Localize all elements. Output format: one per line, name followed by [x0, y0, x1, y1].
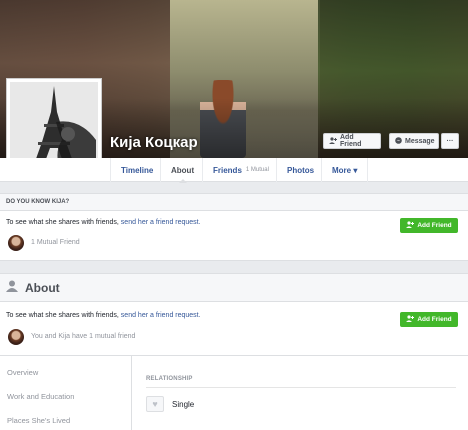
heart-icon: ♥	[146, 396, 164, 412]
add-friend-button[interactable]: Add Friend	[323, 133, 381, 149]
add-friend-button-secondary[interactable]: Add Friend	[400, 218, 458, 233]
person-icon	[6, 280, 18, 295]
tab-more[interactable]: More ▾	[321, 158, 369, 182]
about-details: Overview Work and Education Places She's…	[0, 356, 468, 430]
add-friend-icon	[406, 315, 415, 324]
tab-friends[interactable]: Friends 1 Mutual	[202, 158, 279, 182]
tab-label: Photos	[287, 165, 315, 175]
add-friend-icon	[329, 136, 337, 146]
add-friend-button-about[interactable]: Add Friend	[400, 312, 458, 327]
message-label: Message	[405, 137, 435, 145]
profile-name[interactable]: Кија Коцкар	[110, 134, 198, 151]
add-friend-label: Add Friend	[340, 134, 362, 148]
relationship-status: Single	[172, 400, 195, 409]
tab-sublabel: 1 Mutual	[245, 167, 269, 173]
about-nav-places-lived[interactable]: Places She's Lived	[7, 416, 70, 425]
mutual-friend-avatar[interactable]	[8, 329, 24, 345]
tab-label: More ▾	[332, 165, 358, 175]
relationship-divider	[146, 387, 456, 388]
do-you-know-heading: DO YOU KNOW KIJA?	[0, 193, 468, 211]
do-you-know-panel: To see what she shares with friends, sen…	[0, 211, 468, 261]
about-nav-overview[interactable]: Overview	[7, 368, 38, 377]
request-prefix: To see what she shares with friends,	[6, 219, 119, 226]
profile-nav: Timeline About Friends 1 Mutual Photos M…	[0, 158, 468, 183]
messenger-icon	[395, 136, 402, 146]
tab-timeline[interactable]: Timeline	[110, 158, 163, 182]
mutual-friend-text[interactable]: You and Kija have 1 mutual friend	[31, 333, 135, 340]
relationship-label: RELATIONSHIP	[146, 376, 193, 382]
tab-about[interactable]: About	[160, 158, 204, 183]
friend-request-text: To see what she shares with friends, sen…	[6, 219, 201, 226]
add-friend-label: Add Friend	[417, 316, 452, 323]
about-header: About	[0, 273, 468, 302]
tab-photos[interactable]: Photos	[276, 158, 324, 182]
eiffel-tower-photo	[10, 82, 98, 170]
add-friend-label: Add Friend	[417, 222, 452, 229]
tab-label: About	[171, 165, 195, 175]
profile-picture-image	[10, 82, 98, 170]
about-title: About	[25, 280, 60, 295]
about-nav-work-education[interactable]: Work and Education	[7, 392, 74, 401]
about-request-panel: To see what she shares with friends, sen…	[0, 302, 468, 356]
mutual-friend-count[interactable]: 1 Mutual Friend	[31, 239, 80, 246]
request-prefix: To see what she shares with friends,	[6, 312, 119, 319]
about-left-nav: Overview Work and Education Places She's…	[0, 356, 132, 430]
tab-label: Timeline	[121, 165, 154, 175]
tab-label: Friends	[213, 165, 242, 175]
send-friend-request-link[interactable]: send her a friend request.	[121, 312, 201, 319]
more-dots-icon: ···	[446, 137, 454, 145]
mutual-friend-avatar[interactable]	[8, 235, 24, 251]
more-options-button[interactable]: ···	[441, 133, 459, 149]
message-button[interactable]: Message	[389, 133, 439, 149]
send-friend-request-link[interactable]: send her a friend request.	[121, 219, 201, 226]
add-friend-icon	[406, 221, 415, 230]
friend-request-text: To see what she shares with friends, sen…	[6, 312, 201, 319]
